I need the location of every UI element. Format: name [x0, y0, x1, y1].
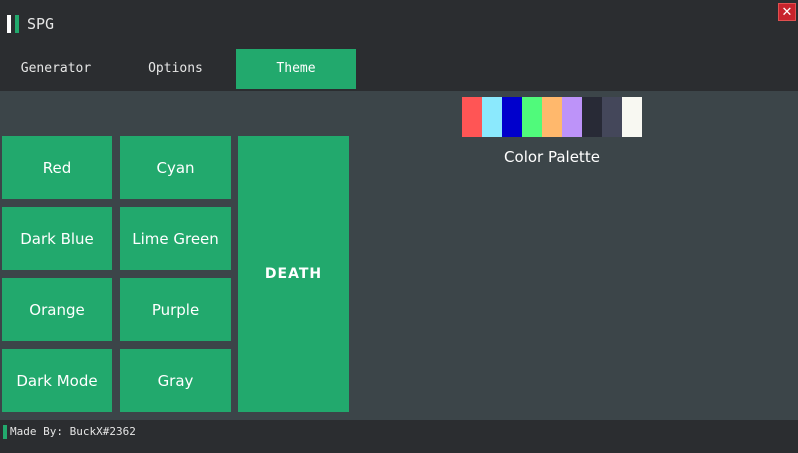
theme-dark-blue-button[interactable]: Dark Blue	[2, 207, 112, 270]
app-title: SPG	[27, 15, 55, 33]
palette-swatch	[622, 97, 642, 137]
title-bar: SPG ✕	[0, 0, 798, 48]
palette-swatch	[562, 97, 582, 137]
tab-options[interactable]: Options	[118, 49, 233, 89]
footer-accent-icon	[3, 425, 7, 439]
color-palette	[462, 97, 642, 137]
tab-theme[interactable]: Theme	[236, 49, 356, 89]
footer: Made By: BuckX#2362	[0, 420, 798, 453]
color-palette-label: Color Palette	[504, 148, 600, 166]
theme-orange-button[interactable]: Orange	[2, 278, 112, 341]
tab-generator[interactable]: Generator	[0, 49, 112, 89]
palette-swatch	[602, 97, 622, 137]
palette-swatch	[482, 97, 502, 137]
palette-swatch	[542, 97, 562, 137]
palette-swatch	[502, 97, 522, 137]
tab-bar: Generator Options Theme	[0, 48, 798, 91]
theme-purple-button[interactable]: Purple	[120, 278, 231, 341]
palette-swatch	[462, 97, 482, 137]
theme-death-button[interactable]: DEATH	[238, 136, 349, 412]
palette-swatch	[522, 97, 542, 137]
theme-gray-button[interactable]: Gray	[120, 349, 231, 412]
footer-credit: Made By: BuckX#2362	[10, 425, 136, 438]
app-logo-icon	[7, 15, 21, 33]
close-button[interactable]: ✕	[778, 3, 796, 21]
palette-swatch	[582, 97, 602, 137]
theme-cyan-button[interactable]: Cyan	[120, 136, 231, 199]
theme-red-button[interactable]: Red	[2, 136, 112, 199]
theme-lime-green-button[interactable]: Lime Green	[120, 207, 231, 270]
theme-dark-mode-button[interactable]: Dark Mode	[2, 349, 112, 412]
